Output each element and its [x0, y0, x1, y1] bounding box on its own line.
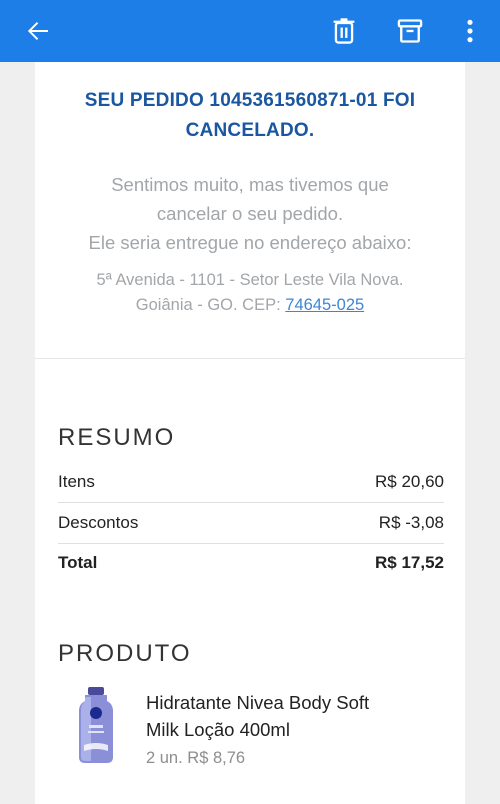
email-card: SEU PEDIDO 1045361560871-01 FOI CANCELAD…: [35, 62, 465, 804]
archive-icon: [397, 19, 423, 43]
arrow-left-icon: [27, 22, 48, 40]
summary-label: Total: [58, 553, 98, 572]
apology-message: Sentimos muito, mas tivemos que cancelar…: [35, 170, 465, 257]
summary-row-total: Total R$ 17,52: [58, 543, 444, 583]
product-quantity: 2 un.: [146, 749, 183, 767]
summary-label: Descontos: [58, 513, 139, 532]
product-price: R$ 8,76: [187, 749, 246, 767]
lotion-bottle-icon: [58, 685, 134, 765]
summary-value: R$ 20,60: [375, 472, 444, 491]
message-line-3: Ele seria entregue no endereço abaixo:: [88, 232, 412, 253]
product-name[interactable]: Hidratante Nivea Body Soft Milk Loção 40…: [146, 689, 436, 743]
summary-row-discounts: Descontos R$ -3,08: [58, 503, 444, 543]
product-quantity-price: 2 un. R$ 8,76: [146, 746, 436, 770]
product-title: PRODUTO: [58, 640, 192, 667]
headline-line-1: SEU PEDIDO 1045361560871-01 FOI: [84, 90, 416, 111]
order-cancelled-headline: SEU PEDIDO 1045361560871-01 FOI CANCELAD…: [35, 86, 465, 146]
address-city: Goiânia - GO. CEP:: [135, 296, 281, 314]
summary-value: R$ 17,52: [375, 553, 444, 572]
summary-row-items: Itens R$ 20,60: [58, 462, 444, 502]
address-line-1: 5ª Avenida - 1101 - Setor Leste Vila Nov…: [96, 271, 404, 289]
back-button[interactable]: [14, 0, 62, 62]
summary-title: RESUMO: [58, 424, 176, 451]
summary-label: Itens: [58, 472, 95, 491]
app-bar: [0, 0, 500, 62]
address-line-2: Goiânia - GO. CEP: 74645-025: [35, 293, 465, 318]
message-line-2: cancelar o seu pedido.: [156, 203, 344, 224]
cep-link[interactable]: 74645-025: [285, 296, 364, 314]
archive-button[interactable]: [388, 0, 432, 62]
more-options-button[interactable]: [452, 0, 488, 62]
product-name-line-2: Milk Loção 400ml: [146, 719, 290, 740]
message-line-1: Sentimos muito, mas tivemos que: [111, 174, 389, 195]
trash-icon: [333, 18, 355, 44]
section-divider: [35, 358, 465, 359]
more-vertical-icon: [467, 19, 473, 43]
headline-line-2: CANCELADO.: [185, 120, 315, 141]
product-image[interactable]: [58, 685, 134, 765]
delivery-address: 5ª Avenida - 1101 - Setor Leste Vila Nov…: [35, 268, 465, 318]
summary-value: R$ -3,08: [378, 513, 444, 532]
product-name-line-1: Hidratante Nivea Body Soft: [146, 692, 370, 713]
delete-button[interactable]: [322, 0, 366, 62]
